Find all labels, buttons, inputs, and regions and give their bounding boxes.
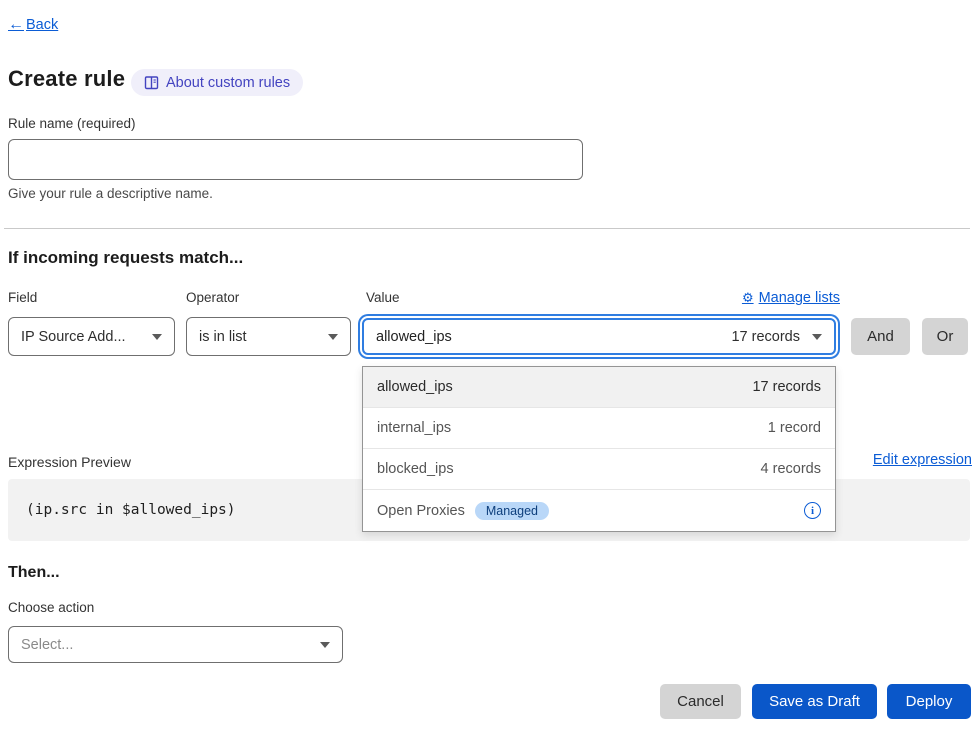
list-name: blocked_ips [377, 461, 454, 477]
operator-select[interactable]: is in list [186, 317, 351, 356]
dropdown-option-allowed-ips[interactable]: allowed_ips 17 records [363, 367, 835, 408]
about-custom-rules-label: About custom rules [166, 75, 290, 91]
field-select[interactable]: IP Source Add... [8, 317, 175, 356]
page-title: Create rule [8, 66, 125, 92]
list-count: 4 records [761, 461, 821, 477]
field-label: Field [8, 290, 37, 305]
chevron-down-icon [320, 642, 330, 648]
back-arrow-icon: ← [8, 16, 24, 34]
save-as-draft-button[interactable]: Save as Draft [752, 684, 877, 719]
rule-name-input[interactable] [8, 139, 583, 180]
chevron-down-icon [812, 334, 822, 340]
then-section-heading: Then... [8, 564, 60, 582]
dropdown-option-blocked-ips[interactable]: blocked_ips 4 records [363, 449, 835, 490]
list-name: allowed_ips [377, 379, 453, 395]
info-icon[interactable]: i [804, 502, 821, 519]
about-custom-rules-link[interactable]: About custom rules [131, 69, 303, 96]
match-section-heading: If incoming requests match... [8, 248, 243, 268]
manage-lists-link[interactable]: ⚙ Manage lists [742, 290, 840, 306]
value-select-name: allowed_ips [376, 329, 452, 345]
operator-select-value: is in list [199, 329, 247, 345]
gear-icon: ⚙ [742, 290, 754, 306]
chevron-down-icon [328, 334, 338, 340]
chevron-down-icon [152, 334, 162, 340]
field-select-value: IP Source Add... [21, 329, 126, 345]
deploy-button[interactable]: Deploy [887, 684, 971, 719]
action-select-placeholder: Select... [21, 637, 73, 653]
rule-name-label: Rule name (required) [8, 116, 136, 131]
value-select[interactable]: allowed_ips 17 records [362, 318, 836, 355]
list-count: 17 records [752, 379, 821, 395]
choose-action-label: Choose action [8, 600, 94, 615]
dropdown-option-internal-ips[interactable]: internal_ips 1 record [363, 408, 835, 449]
value-select-count: 17 records [731, 329, 800, 345]
and-button[interactable]: And [851, 318, 910, 355]
section-divider [4, 228, 970, 229]
or-button[interactable]: Or [922, 318, 968, 355]
list-name: internal_ips [377, 420, 451, 436]
cancel-button[interactable]: Cancel [660, 684, 741, 719]
action-select[interactable]: Select... [8, 626, 343, 663]
dropdown-option-open-proxies[interactable]: Open Proxies Managed i [363, 490, 835, 531]
manage-lists-label: Manage lists [759, 290, 840, 306]
value-dropdown-panel: allowed_ips 17 records internal_ips 1 re… [362, 366, 836, 532]
back-link[interactable]: ←Back [8, 16, 58, 34]
managed-badge: Managed [475, 502, 549, 520]
value-label: Value [366, 290, 400, 305]
edit-expression-link[interactable]: Edit expression [873, 452, 972, 468]
list-count: 1 record [768, 420, 821, 436]
expression-preview-label: Expression Preview [8, 454, 131, 470]
book-icon [144, 76, 159, 90]
rule-name-help-text: Give your rule a descriptive name. [8, 186, 213, 201]
back-link-label: Back [26, 17, 58, 33]
list-name: Open Proxies [377, 503, 465, 519]
expression-code: (ip.src in $allowed_ips) [26, 502, 236, 518]
operator-label: Operator [186, 290, 239, 305]
